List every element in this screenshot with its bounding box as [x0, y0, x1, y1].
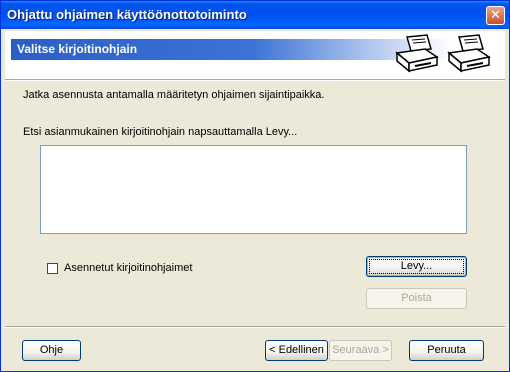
- cancel-button[interactable]: Peruuta: [409, 340, 484, 361]
- page-title: Valitse kirjoitinohjain: [17, 42, 138, 56]
- installed-drivers-label[interactable]: Asennetut kirjoitinohjaimet: [64, 262, 192, 274]
- printer-icon: [447, 34, 491, 73]
- help-button[interactable]: Ohje: [22, 340, 81, 361]
- remove-button-label: Poista: [401, 292, 432, 304]
- focus-indicator: [369, 259, 464, 274]
- window-title: Ohjattu ohjaimen käyttöönottotoiminto: [7, 7, 247, 22]
- instruction-text-2: Etsi asianmukainen kirjoitinohjain napsa…: [23, 126, 298, 138]
- remove-button[interactable]: Poista: [366, 288, 467, 309]
- cancel-button-label: Peruuta: [427, 344, 466, 356]
- close-icon: ✕: [490, 7, 501, 22]
- wizard-header: Valitse kirjoitinohjain: [5, 31, 505, 79]
- instruction-text: Jatka asennusta antamalla määritetyn ohj…: [23, 89, 325, 101]
- wizard-window: Ohjattu ohjaimen käyttöönottotoiminto ✕ …: [0, 0, 510, 372]
- title-bar[interactable]: Ohjattu ohjaimen käyttöönottotoiminto ✕: [1, 1, 509, 29]
- back-button-label: < Edellinen: [269, 344, 324, 356]
- header-title-bar: Valitse kirjoitinohjain: [11, 39, 451, 60]
- printer-icon: [395, 34, 439, 73]
- driver-list[interactable]: [40, 145, 467, 234]
- back-button[interactable]: < Edellinen: [265, 340, 328, 361]
- disk-button[interactable]: Levy...: [366, 256, 467, 277]
- footer-divider: [5, 326, 505, 328]
- next-button[interactable]: Seuraava >: [329, 340, 392, 361]
- installed-drivers-checkbox[interactable]: [47, 263, 58, 274]
- close-button[interactable]: ✕: [486, 6, 505, 25]
- next-button-label: Seuraava >: [332, 344, 389, 356]
- help-button-label: Ohje: [39, 344, 64, 356]
- header-divider: [5, 79, 505, 81]
